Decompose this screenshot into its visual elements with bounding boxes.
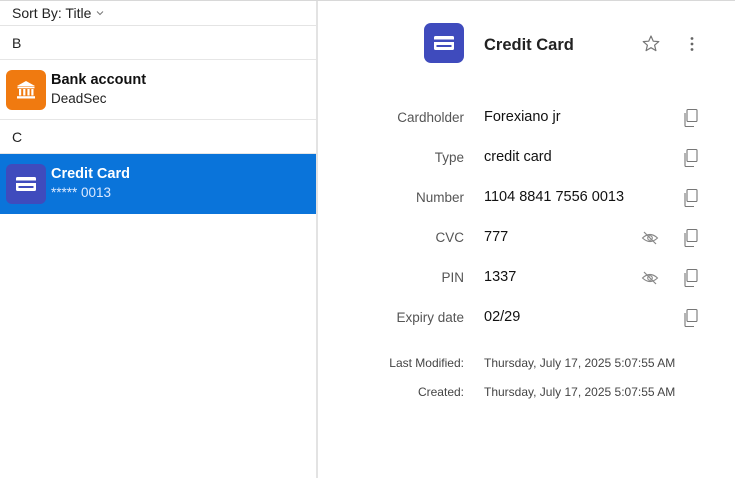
field-label: CVC (435, 230, 464, 245)
sort-label: Sort By: Title (12, 5, 92, 21)
field-row-cvc: CVC 777 (318, 226, 735, 250)
created-label: Created: (417, 385, 464, 399)
field-label: Cardholder (397, 110, 464, 125)
field-row-cardholder: Cardholder Forexiano jr (318, 106, 735, 130)
copy-icon[interactable] (682, 188, 700, 208)
entry-list-pane: Sort By: Title B Bank account DeadSec C (0, 1, 316, 478)
copy-icon[interactable] (682, 308, 700, 328)
list-item-credit-card[interactable]: Credit Card ***** 0013 (0, 154, 316, 214)
eye-off-icon[interactable] (641, 269, 659, 287)
group-header-b: B (0, 26, 316, 60)
created-value: Thursday, July 17, 2025 5:07:55 AM (484, 385, 676, 399)
last-modified-value: Thursday, July 17, 2025 5:07:55 AM (484, 356, 676, 370)
entry-detail-title: Credit Card (484, 36, 574, 54)
more-options-icon[interactable] (682, 34, 702, 54)
last-modified-row: Last Modified: Thursday, July 17, 2025 5… (318, 354, 735, 372)
copy-icon[interactable] (682, 228, 700, 248)
entry-subtitle: ***** 0013 (51, 185, 112, 200)
sort-dropdown[interactable]: Sort By: Title (0, 1, 316, 26)
field-value[interactable]: credit card (484, 149, 552, 165)
group-header-c: C (0, 120, 316, 154)
credit-card-icon (424, 23, 464, 63)
entry-detail-pane: Credit Card Cardholder Forexiano jr Type… (318, 1, 735, 478)
field-label: Type (434, 150, 464, 165)
credit-card-icon (6, 163, 46, 204)
field-value[interactable]: 777 (484, 229, 508, 245)
entry-subtitle: DeadSec (51, 91, 107, 106)
field-value[interactable]: Forexiano jr (484, 109, 561, 125)
field-row-expiry-date: Expiry date 02/29 (318, 306, 735, 330)
entry-title: Bank account (51, 72, 147, 88)
list-item-bank-account[interactable]: Bank account DeadSec (0, 60, 316, 120)
field-row-number: Number 1104 8841 7556 0013 (318, 186, 735, 210)
copy-icon[interactable] (682, 148, 700, 168)
field-row-type: Type credit card (318, 146, 735, 170)
last-modified-label: Last Modified: (389, 356, 464, 370)
entry-title: Credit Card (51, 166, 130, 182)
created-row: Created: Thursday, July 17, 2025 5:07:55… (318, 383, 735, 401)
group-letter: B (12, 34, 22, 51)
copy-icon[interactable] (682, 268, 700, 288)
favorite-star-icon[interactable] (641, 34, 661, 54)
field-label: Number (415, 190, 464, 205)
field-row-pin: PIN 1337 (318, 266, 735, 290)
field-value[interactable]: 02/29 (484, 309, 520, 325)
chevron-down-icon (96, 9, 104, 17)
eye-off-icon[interactable] (641, 229, 659, 247)
field-value[interactable]: 1104 8841 7556 0013 (484, 189, 624, 205)
field-label: PIN (441, 270, 464, 285)
field-value[interactable]: 1337 (484, 269, 516, 285)
field-label: Expiry date (396, 310, 464, 325)
group-letter: C (12, 128, 23, 145)
bank-icon (6, 69, 46, 110)
copy-icon[interactable] (682, 108, 700, 128)
